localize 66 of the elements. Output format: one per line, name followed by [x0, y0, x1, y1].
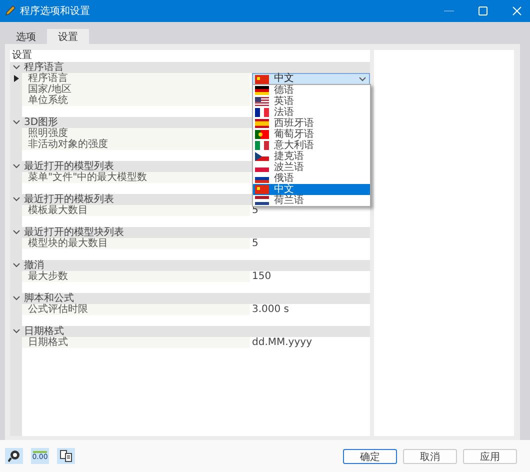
- units-button[interactable]: [57, 448, 75, 464]
- dropdown-option[interactable]: 德语: [253, 85, 370, 96]
- dialog-button[interactable]: 取消: [403, 448, 457, 464]
- dropdown-option[interactable]: 英语: [253, 96, 370, 107]
- window-title: 程序选项和设置: [20, 4, 90, 18]
- property-value: 150: [252, 271, 272, 282]
- collapse-chevron-icon[interactable]: [13, 329, 20, 334]
- collapse-chevron-icon[interactable]: [13, 65, 20, 70]
- dropdown-option[interactable]: 意大利语: [253, 140, 370, 151]
- tab[interactable]: 选项: [5, 29, 47, 44]
- dropdown-option[interactable]: 法语: [253, 107, 370, 118]
- collapse-chevron-icon[interactable]: [13, 164, 20, 169]
- maximize-icon[interactable]: [478, 6, 488, 16]
- property-label: 日期格式: [22, 337, 250, 348]
- dropdown-option[interactable]: 俄语: [253, 173, 370, 184]
- collapse-chevron-icon[interactable]: [13, 120, 20, 125]
- collapse-chevron-icon[interactable]: [13, 197, 20, 202]
- property-label: 照明强度: [22, 128, 250, 139]
- property-value: dd.MM.yyyy: [252, 337, 312, 348]
- tab[interactable]: 设置: [47, 29, 89, 44]
- property-label: 菜单"文件"中的最大模型数: [22, 172, 250, 183]
- dropdown-option[interactable]: 捷克语: [253, 151, 370, 162]
- flag-icon: [255, 174, 269, 183]
- flag-icon: [255, 86, 269, 95]
- property-label: 公式评估时限: [22, 304, 250, 315]
- group-title: 日期格式: [24, 326, 64, 337]
- property-value: 3.000 s: [252, 304, 290, 315]
- flag-icon: [255, 185, 269, 194]
- dropdown-option[interactable]: 葡萄牙语: [253, 129, 370, 140]
- dialog-button[interactable]: 确定: [343, 448, 397, 464]
- group-title: 最近打开的模型块列表: [24, 227, 124, 238]
- flag-icon: [255, 74, 269, 84]
- flag-icon: [255, 108, 269, 117]
- group-title: 脚本和公式: [24, 293, 74, 304]
- dialog-button[interactable]: 应用: [463, 448, 517, 464]
- property-label: 模型块的最大数目: [22, 238, 250, 249]
- dropdown-option[interactable]: 西班牙语: [253, 118, 370, 129]
- dropdown-chevron-icon: [359, 76, 366, 82]
- flag-icon: [255, 119, 269, 128]
- close-icon[interactable]: [512, 6, 522, 16]
- group-title: 程序语言: [24, 62, 64, 73]
- flag-icon: [255, 130, 269, 139]
- flag-icon: [255, 97, 269, 106]
- property-label: 模板最大数目: [22, 205, 250, 216]
- group-title: 3D图形: [24, 117, 58, 128]
- flag-icon: [255, 141, 269, 150]
- property-label: 国家/地区: [22, 84, 250, 95]
- group-title: 最近打开的模板列表: [24, 194, 114, 205]
- flag-icon: [255, 152, 269, 161]
- property-label: 最大步数: [22, 271, 250, 282]
- language-dropdown[interactable]: 中文: [252, 73, 370, 85]
- pencil-icon: [4, 5, 16, 17]
- property-label: 程序语言: [22, 73, 250, 84]
- flag-icon: [255, 196, 269, 205]
- collapse-chevron-icon[interactable]: [13, 263, 20, 268]
- property-value: 5: [252, 238, 258, 249]
- dropdown-option[interactable]: 波兰语: [253, 162, 370, 173]
- dropdown-option[interactable]: 中文: [253, 184, 370, 195]
- group-title: 撤消: [24, 260, 44, 271]
- dropdown-option[interactable]: 荷兰语: [253, 195, 370, 206]
- collapse-chevron-icon[interactable]: [13, 296, 20, 301]
- group-title: 最近打开的模型列表: [24, 161, 114, 172]
- property-label: 非活动对象的强度: [22, 139, 250, 150]
- collapse-chevron-icon[interactable]: [13, 230, 20, 235]
- help-button[interactable]: [5, 448, 23, 464]
- property-label: 单位系统: [22, 95, 250, 106]
